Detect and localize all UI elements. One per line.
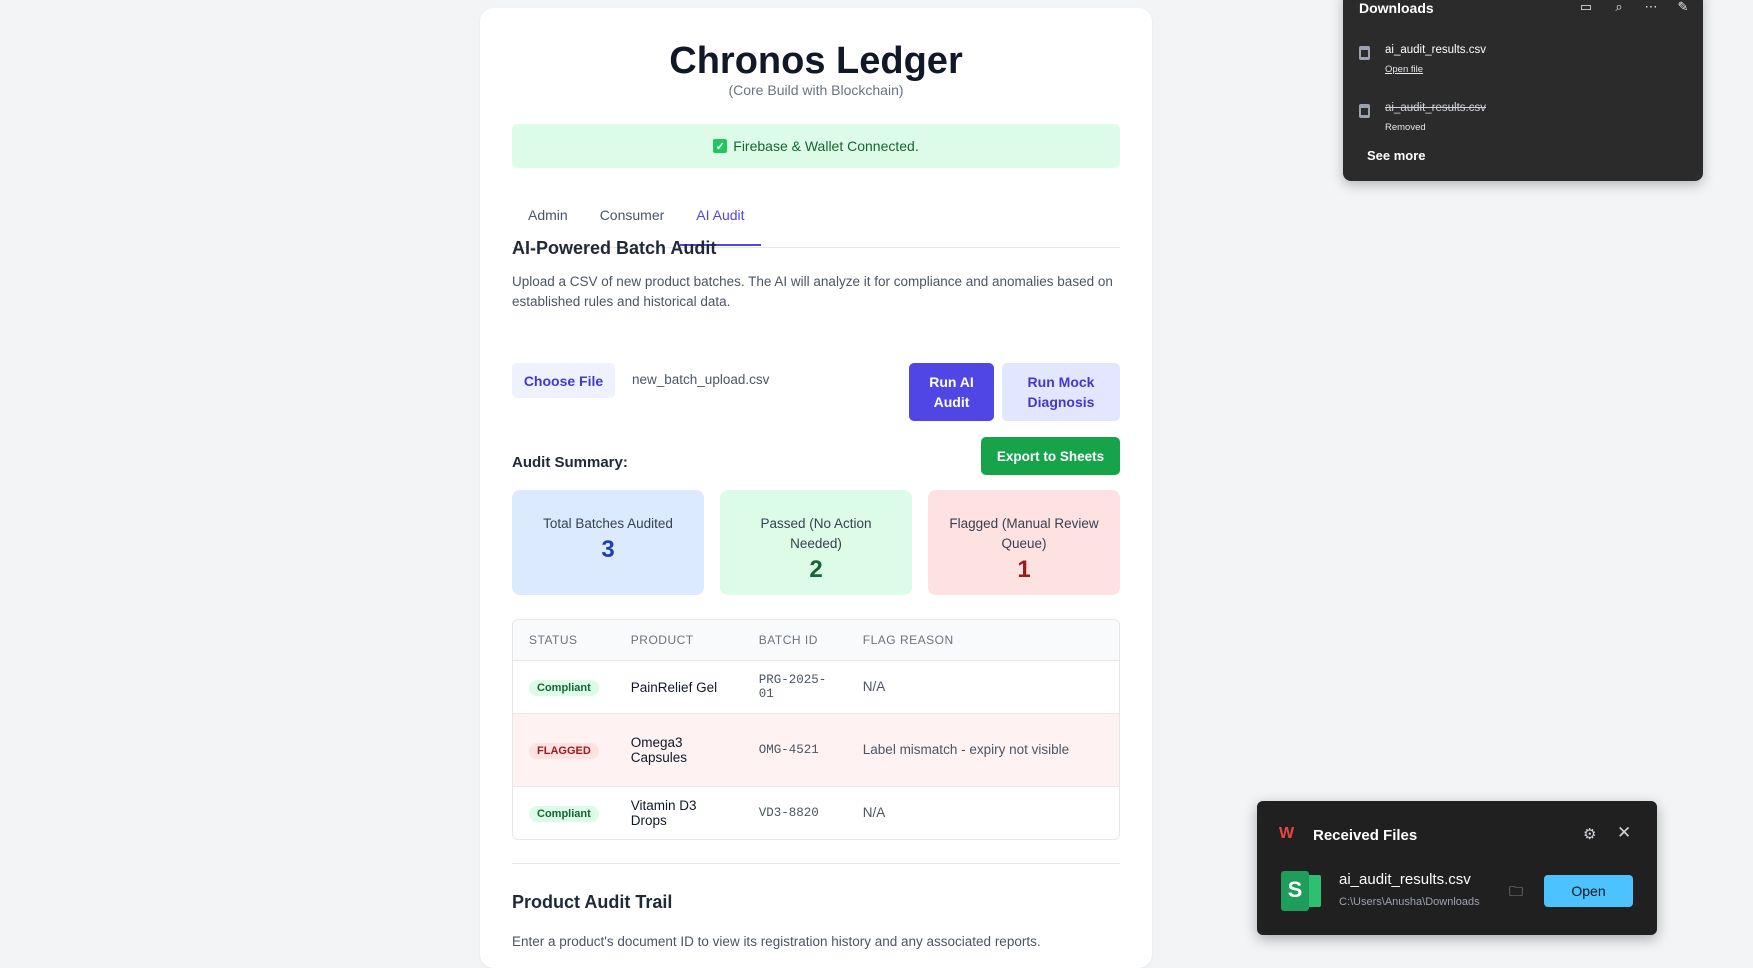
column-header-product: PRODUCT — [614, 620, 743, 661]
downloads-panel: Downloads ▭ ⌕ ⋯ ✎ ai_audit_results.csv O… — [1343, 0, 1703, 181]
spreadsheet-icon: S — [1281, 871, 1321, 911]
page-title: Chronos Ledger — [669, 40, 963, 82]
choose-file-button[interactable]: Choose File — [512, 363, 615, 398]
notification-title: Received Files — [1313, 827, 1418, 844]
audit-heading: AI-Powered Batch Audit — [512, 238, 717, 258]
table-header-row: STATUS PRODUCT BATCH ID FLAG REASON — [513, 620, 1119, 661]
table-row: FLAGGED Omega3 Capsules OMG-4521 Label m… — [513, 713, 1119, 787]
run-mock-diagnosis-button[interactable]: Run Mock Diagnosis — [1002, 363, 1120, 421]
open-button[interactable]: Open — [1544, 875, 1633, 907]
open-folder-icon[interactable]: ▭ — [1577, 0, 1595, 17]
received-files-notification: W Received Files ⚙ ✕ S ai_audit_results.… — [1257, 801, 1657, 935]
flag-reason-cell: N/A — [846, 660, 1119, 714]
stat-label: Passed (No Action Needed) — [760, 516, 872, 551]
audit-trail-description: Enter a product's document ID to view it… — [512, 934, 1041, 949]
stat-label: Flagged (Manual Review Queue) — [949, 516, 1099, 551]
product-cell: Vitamin D3 Drops — [630, 798, 697, 828]
more-options-icon[interactable]: ⋯ — [1642, 0, 1660, 17]
file-icon — [1359, 46, 1370, 60]
received-file-name: ai_audit_results.csv — [1339, 871, 1471, 888]
stat-label: Total Batches Audited — [543, 516, 673, 531]
pin-icon[interactable]: ✎ — [1674, 0, 1692, 17]
downloads-title: Downloads — [1359, 0, 1434, 16]
stat-value: 1 — [1017, 556, 1031, 583]
gear-icon[interactable]: ⚙ — [1583, 825, 1596, 843]
received-file-path: C:\Users\Anusha\Downloads — [1339, 896, 1480, 908]
status-badge: FLAGGED — [529, 742, 599, 759]
table-row: Compliant Vitamin D3 Drops VD3-8820 N/A — [513, 787, 1119, 840]
table-row: Compliant PainRelief Gel PRG-2025-01 N/A — [513, 660, 1119, 714]
product-cell: Omega3 Capsules — [614, 713, 743, 787]
main-card: Chronos Ledger (Core Build with Blockcha… — [480, 8, 1152, 968]
flag-reason-cell: Label mismatch - expiry not visible — [846, 713, 1119, 787]
wps-logo-icon: W — [1279, 825, 1295, 842]
close-icon[interactable]: ✕ — [1617, 823, 1631, 843]
page-subtitle: (Core Build with Blockchain) — [728, 82, 904, 98]
folder-icon[interactable]: 🗀 — [1509, 881, 1523, 905]
stat-flagged: Flagged (Manual Review Queue) 1 — [928, 490, 1120, 595]
status-badge: Compliant — [529, 679, 599, 696]
connection-status-banner: ✓ Firebase & Wallet Connected. — [512, 124, 1120, 168]
download-status: Removed — [1385, 122, 1426, 133]
batch-id-cell: OMG-4521 — [742, 713, 847, 787]
section-divider — [512, 863, 1120, 864]
export-to-sheets-button[interactable]: Export to Sheets — [981, 437, 1120, 475]
stat-total-batches: Total Batches Audited 3 — [512, 490, 704, 595]
stat-value: 3 — [601, 536, 615, 563]
connection-status-text: Firebase & Wallet Connected. — [733, 138, 919, 154]
audit-summary-label: Audit Summary: — [512, 454, 628, 471]
product-cell: PainRelief Gel — [614, 660, 743, 714]
download-file-name[interactable]: ai_audit_results.csv — [1385, 44, 1486, 56]
audit-results-table: STATUS PRODUCT BATCH ID FLAG REASON Comp… — [512, 619, 1120, 840]
column-header-status: STATUS — [513, 620, 615, 661]
flag-reason-cell: N/A — [862, 805, 886, 820]
selected-file-name: new_batch_upload.csv — [632, 372, 770, 387]
column-header-flag-reason: FLAG REASON — [846, 620, 1119, 661]
run-ai-audit-button[interactable]: Run AI Audit — [909, 363, 994, 421]
stat-passed: Passed (No Action Needed) 2 — [720, 490, 912, 595]
status-badge: Compliant — [529, 805, 599, 822]
search-icon[interactable]: ⌕ — [1610, 0, 1628, 17]
audit-trail-heading: Product Audit Trail — [512, 892, 673, 912]
batch-id-cell: VD3-8820 — [758, 806, 819, 820]
see-more-link[interactable]: See more — [1367, 148, 1426, 163]
column-header-batch-id: BATCH ID — [742, 620, 847, 661]
audit-description: Upload a CSV of new product batches. The… — [512, 274, 1113, 309]
open-file-link[interactable]: Open file — [1385, 64, 1423, 75]
stat-value: 2 — [809, 556, 823, 583]
download-file-name: ai_audit_results.csv — [1385, 102, 1486, 114]
check-icon: ✓ — [713, 139, 728, 153]
file-icon — [1359, 104, 1370, 118]
batch-id-cell: PRG-2025-01 — [742, 660, 847, 714]
